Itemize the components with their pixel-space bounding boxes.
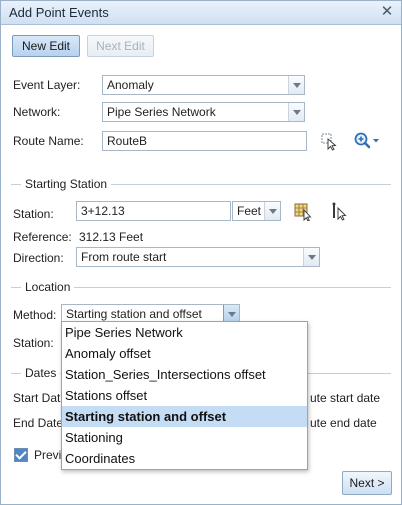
start-date-label: Start Dat xyxy=(13,391,61,405)
starting-station-title: Starting Station xyxy=(21,177,112,191)
network-label: Network: xyxy=(13,105,61,119)
method-option-pipe-series-network[interactable]: Pipe Series Network xyxy=(62,322,307,343)
method-option-anomaly-offset[interactable]: Anomaly offset xyxy=(62,343,307,364)
reference-label: Reference: xyxy=(13,230,72,244)
method-option-station-series-intersections-offset[interactable]: Station_Series_Intersections offset xyxy=(62,364,307,385)
title-bar: Add Point Events ✕ xyxy=(1,1,401,25)
network-select[interactable]: Pipe Series Network xyxy=(102,102,305,122)
dates-title: Dates xyxy=(21,366,61,380)
method-dropdown-list: Pipe Series Network Anomaly offset Stati… xyxy=(61,321,308,470)
event-layer-label: Event Layer: xyxy=(13,78,81,92)
location-title: Location xyxy=(21,280,75,294)
network-value: Pipe Series Network xyxy=(107,105,216,119)
station-units-select[interactable]: Feet xyxy=(232,201,281,221)
direction-select[interactable]: From route start xyxy=(76,247,320,267)
chevron-down-icon[interactable] xyxy=(288,76,304,94)
event-layer-value: Anomaly xyxy=(107,78,154,92)
method-option-starting-station-and-offset[interactable]: Starting station and offset xyxy=(62,406,307,427)
preview-checkbox[interactable] xyxy=(14,448,28,462)
next-edit-button[interactable]: Next Edit xyxy=(87,35,154,57)
new-edit-button[interactable]: New Edit xyxy=(12,35,80,57)
station-input[interactable]: 3+12.13 xyxy=(76,201,231,221)
chevron-down-icon[interactable] xyxy=(264,202,280,220)
select-route-icon[interactable] xyxy=(319,131,339,151)
start-date-option-label: ute start date xyxy=(310,391,381,405)
location-station-label: Station: xyxy=(13,336,54,350)
next-button[interactable]: Next > xyxy=(342,471,392,495)
event-layer-select[interactable]: Anomaly xyxy=(102,75,305,95)
route-name-input[interactable]: RouteB xyxy=(102,131,307,151)
chevron-down-icon[interactable] xyxy=(288,103,304,121)
chevron-down-icon[interactable] xyxy=(303,248,319,266)
method-option-coordinates[interactable]: Coordinates xyxy=(62,448,307,469)
preview-label: Previ xyxy=(34,448,62,462)
close-icon[interactable]: ✕ xyxy=(379,4,395,20)
method-option-stationing[interactable]: Stationing xyxy=(62,427,307,448)
method-option-stations-offset[interactable]: Stations offset xyxy=(62,385,307,406)
zoom-icon[interactable] xyxy=(353,131,381,151)
method-label: Method: xyxy=(13,308,57,322)
method-value: Starting station and offset xyxy=(66,307,202,321)
end-date-label: End Date xyxy=(13,416,64,430)
direction-value: From route start xyxy=(81,250,167,264)
pick-station-icon[interactable] xyxy=(293,201,313,221)
end-date-option-label: ute end date xyxy=(310,416,377,430)
station-units-value: Feet xyxy=(237,204,262,218)
direction-label: Direction: xyxy=(13,251,64,265)
window-title: Add Point Events xyxy=(9,5,109,20)
station-label: Station: xyxy=(13,207,54,221)
route-name-label: Route Name: xyxy=(13,134,84,148)
reference-value: 312.13 Feet xyxy=(79,230,144,244)
identify-icon[interactable] xyxy=(330,201,350,221)
add-point-events-panel: Add Point Events ✕ New Edit Next Edit Ev… xyxy=(0,0,402,505)
